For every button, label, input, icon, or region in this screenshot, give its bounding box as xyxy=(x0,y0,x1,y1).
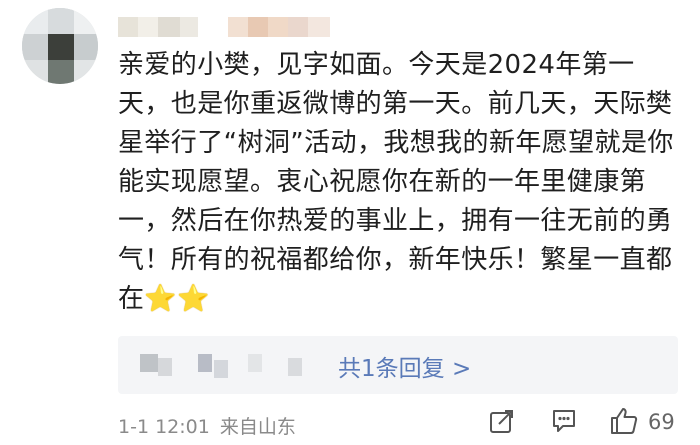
comment-icon[interactable] xyxy=(550,407,578,435)
thumbs-up-icon[interactable] xyxy=(608,405,640,437)
view-replies-link[interactable]: 共1条回复 > xyxy=(338,349,471,383)
like-count: 69 xyxy=(648,410,675,434)
comment-text: 亲爱的小樊，见字如面。今天是2024年第一天，也是你重返微博的第一天。前几天，天… xyxy=(118,50,674,314)
comment-time: 1-1 12:01 xyxy=(118,416,210,438)
share-icon[interactable] xyxy=(488,407,516,435)
username-redacted[interactable] xyxy=(118,17,348,39)
star-emoji: ⭐⭐ xyxy=(144,284,210,314)
avatar[interactable] xyxy=(22,8,98,84)
replies-box[interactable]: 共1条回复 > xyxy=(118,336,678,394)
comment-meta: 1-1 12:01 来自山东 xyxy=(118,412,306,439)
comment-location: 来自山东 xyxy=(219,416,296,438)
